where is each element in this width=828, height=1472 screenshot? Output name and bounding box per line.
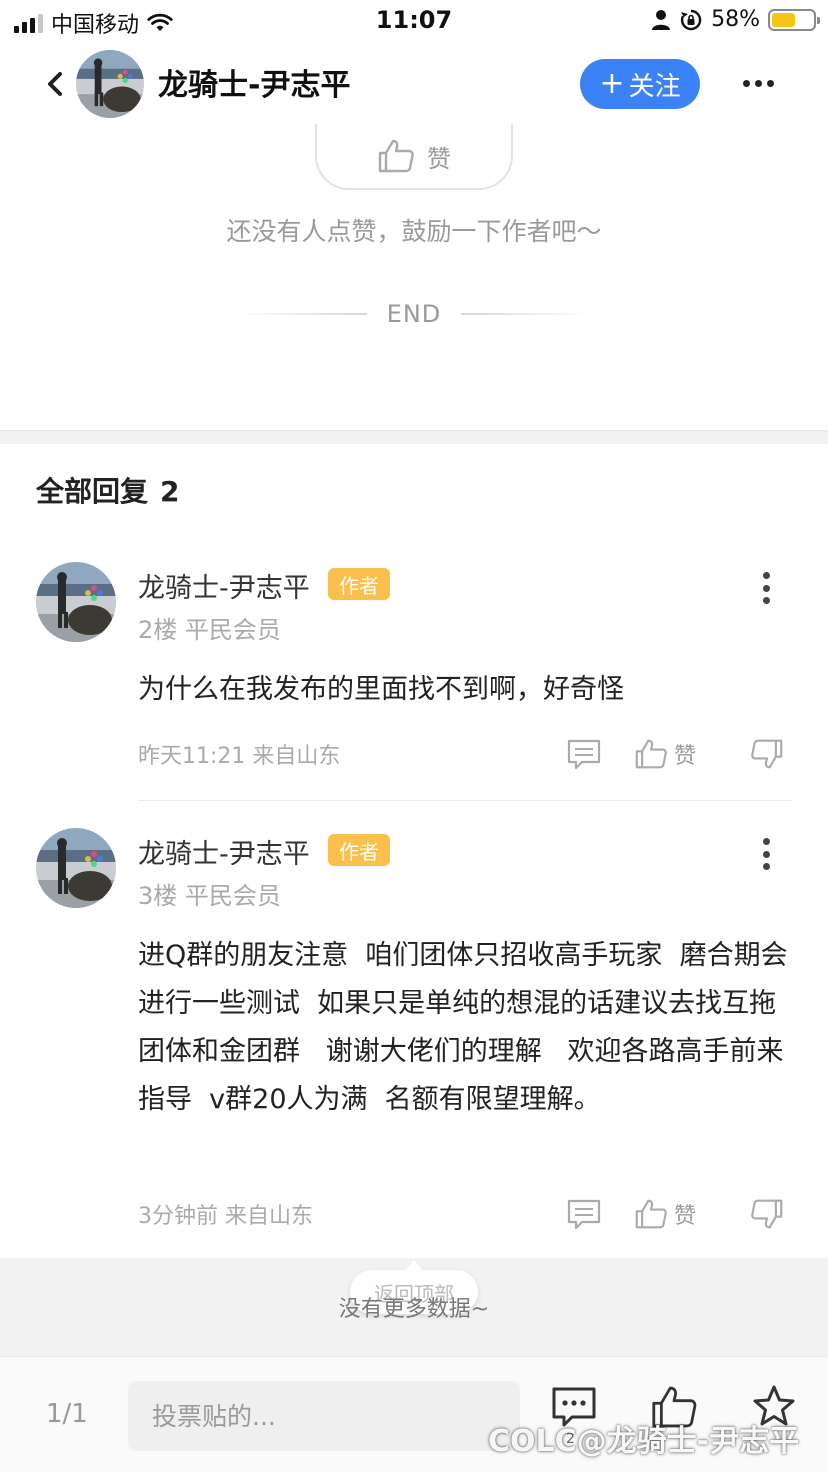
- reply-meta: 昨天11:21 来自山东: [138, 744, 341, 769]
- avatar-image: [76, 50, 144, 118]
- reply-meta: 3分钟前 来自山东: [138, 1204, 313, 1229]
- battery-percent: 58%: [711, 7, 760, 32]
- reply-input[interactable]: [128, 1381, 520, 1451]
- rotation-lock-icon: [680, 9, 702, 30]
- section-divider: [0, 430, 828, 444]
- signal-icon: [14, 13, 43, 33]
- reply-like-label: 赞: [674, 744, 697, 769]
- header-title[interactable]: 龙骑士-尹志平: [158, 60, 350, 104]
- like-hint: 还没有人点赞，鼓励一下作者吧～: [226, 217, 602, 246]
- battery-icon: [768, 8, 820, 31]
- comment-icon: [567, 1199, 601, 1230]
- reply-dislike-button[interactable]: [750, 1198, 784, 1230]
- author-badge: 作者: [328, 834, 390, 866]
- reply-comment-button[interactable]: [566, 737, 602, 771]
- reply-actions: 赞: [566, 734, 786, 774]
- wifi-icon: [147, 13, 173, 31]
- watermark-logo: COLC: [488, 1424, 577, 1459]
- plus-icon: +: [599, 66, 625, 101]
- page-number[interactable]: 1/1: [46, 1399, 88, 1429]
- reply-avatar[interactable]: [36, 562, 116, 642]
- battery-fill: [772, 12, 796, 27]
- status-left: 中国移动: [14, 7, 173, 39]
- post-header: 龙骑士-尹志平 + 关注: [0, 44, 828, 124]
- end-text: END: [386, 300, 442, 328]
- reply-like-button[interactable]: 赞: [634, 1198, 696, 1230]
- reply-more-icon[interactable]: [756, 568, 776, 608]
- reply-dislike-button[interactable]: [750, 738, 784, 770]
- reply-more-icon[interactable]: [756, 834, 776, 874]
- author-badge: 作者: [328, 568, 390, 600]
- reply-like-label: 赞: [674, 1204, 697, 1229]
- replies-title: 全部回复: [36, 475, 149, 508]
- end-line-left: [236, 313, 367, 315]
- watermark-text: @龙骑士-尹志平: [576, 1424, 800, 1459]
- reply-comment-button[interactable]: [566, 1197, 602, 1231]
- reply-floor: 3楼 平民会员: [138, 882, 281, 910]
- thumbs-up-icon: [635, 739, 667, 769]
- reply-actions: 赞: [566, 1194, 786, 1234]
- follow-button[interactable]: + 关注: [580, 59, 700, 109]
- status-right: 58%: [651, 7, 820, 32]
- reply-floor: 2楼 平民会员: [138, 616, 281, 644]
- person-icon: [652, 9, 671, 30]
- reply-like-button[interactable]: 赞: [634, 738, 696, 770]
- reply-separator: [138, 800, 792, 801]
- carrier-name: 中国移动: [51, 13, 140, 38]
- thumbs-down-icon: [751, 739, 783, 769]
- reply-author[interactable]: 龙骑士-尹志平: [138, 566, 310, 605]
- avatar-image: [36, 828, 116, 908]
- replies-heading: 全部回复 2: [36, 470, 180, 510]
- no-more-text: 没有更多数据~: [338, 1297, 490, 1322]
- replies-count: 2: [160, 475, 180, 508]
- author-avatar[interactable]: [76, 50, 144, 118]
- thumbs-up-icon: [378, 139, 414, 173]
- reply-content: 进Q群的朋友注意 咱们团体只招收高手玩家 磨合期会进行一些测试 如果只是单纯的想…: [138, 940, 788, 1115]
- thumbs-down-icon: [751, 1199, 783, 1229]
- reply-content: 为什么在我发布的里面找不到啊，好奇怪: [138, 674, 624, 705]
- reply-author[interactable]: 龙骑士-尹志平: [138, 832, 310, 871]
- like-button[interactable]: 赞: [315, 124, 513, 190]
- reply-avatar[interactable]: [36, 828, 116, 908]
- avatar-image: [36, 562, 116, 642]
- end-marker: END: [0, 300, 828, 328]
- thumbs-up-icon: [635, 1199, 667, 1229]
- comment-icon: [567, 739, 601, 770]
- end-line-right: [461, 313, 592, 315]
- status-bar: 中国移动 11:07 58%: [0, 0, 828, 44]
- back-arrow-icon[interactable]: [40, 64, 72, 104]
- like-label: 赞: [427, 144, 451, 173]
- follow-label: 关注: [628, 71, 681, 102]
- watermark: COLC@龙骑士-尹志平: [488, 1416, 799, 1460]
- more-options-icon[interactable]: [738, 68, 778, 98]
